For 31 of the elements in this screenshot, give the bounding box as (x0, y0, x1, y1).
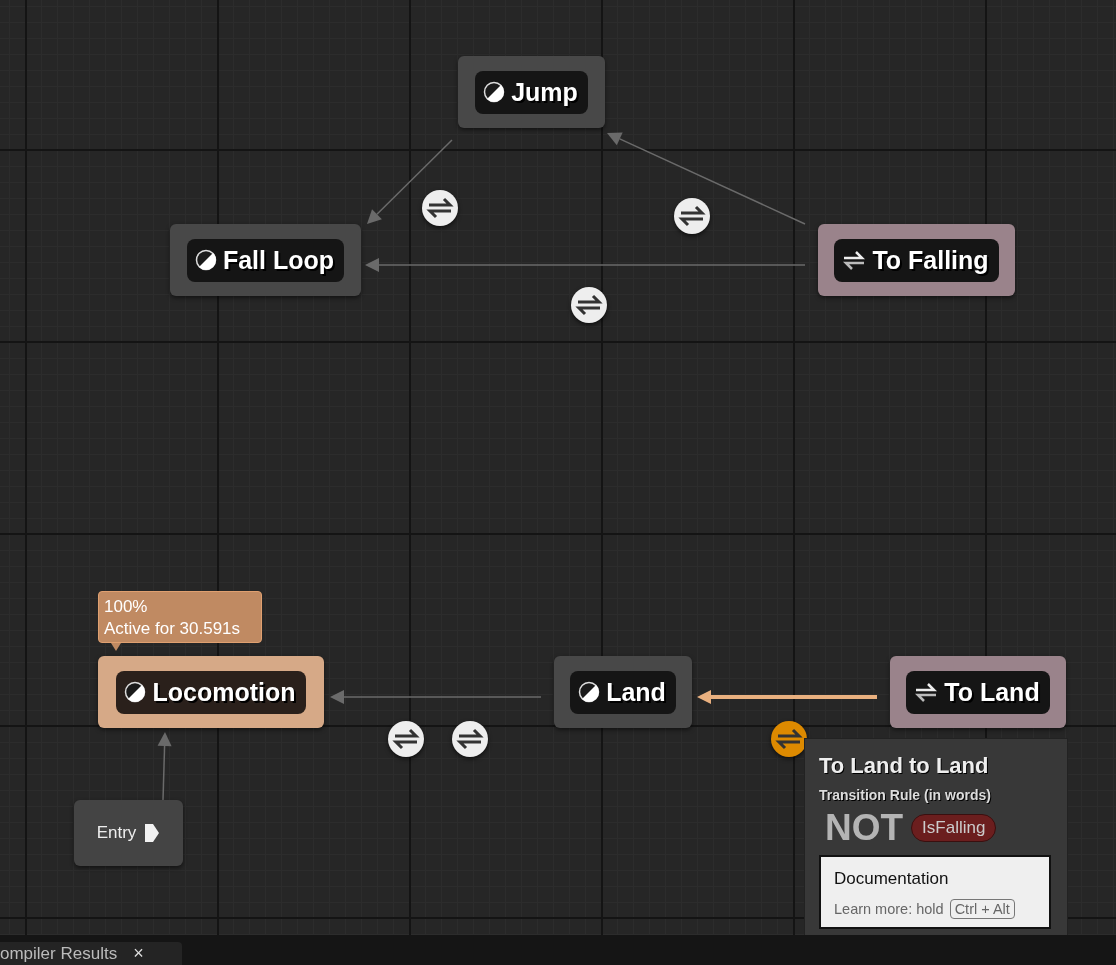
entry-node[interactable]: Entry (74, 800, 183, 866)
node-title: Entry (96, 823, 137, 843)
node-title: Fall Loop (222, 245, 335, 275)
state-node[interactable]: Locomotion (98, 656, 324, 728)
state-icon (578, 681, 601, 703)
conduit-node[interactable]: To Land (890, 656, 1066, 728)
panel-tab[interactable]: ompiler Results × (0, 942, 182, 965)
documentation-title: Documentation (834, 869, 950, 889)
node-title: Land (606, 677, 666, 707)
state-node[interactable]: Jump (458, 56, 605, 128)
node-title: To Falling (872, 245, 989, 275)
state-node[interactable]: Fall Loop (170, 224, 361, 296)
variable-pill: IsFalling (911, 814, 997, 842)
close-icon[interactable]: × (133, 943, 144, 964)
state-icon (194, 249, 217, 271)
tooltip-title: To Land to Land (819, 753, 989, 779)
node-title: To Land (944, 677, 1040, 707)
conduit-node[interactable]: To Falling (818, 224, 1015, 296)
state-icon (483, 81, 506, 103)
node-title: Jump (511, 77, 578, 107)
rule-operator: NOT (825, 807, 904, 849)
active-duration: Active for 30.591s (104, 618, 242, 640)
entry-pin-icon (144, 823, 161, 843)
state-node[interactable]: Land (554, 656, 692, 728)
blend-weight: 100% (104, 596, 149, 618)
tooltip-subtitle: Transition Rule (in words) (819, 787, 991, 803)
tab-label: ompiler Results (0, 943, 118, 964)
state-icon (124, 681, 147, 703)
keyboard-shortcut: Ctrl + Alt (949, 899, 1015, 919)
documentation-hint: Learn more: hold (834, 901, 944, 917)
node-title: Locomotion (152, 677, 296, 707)
